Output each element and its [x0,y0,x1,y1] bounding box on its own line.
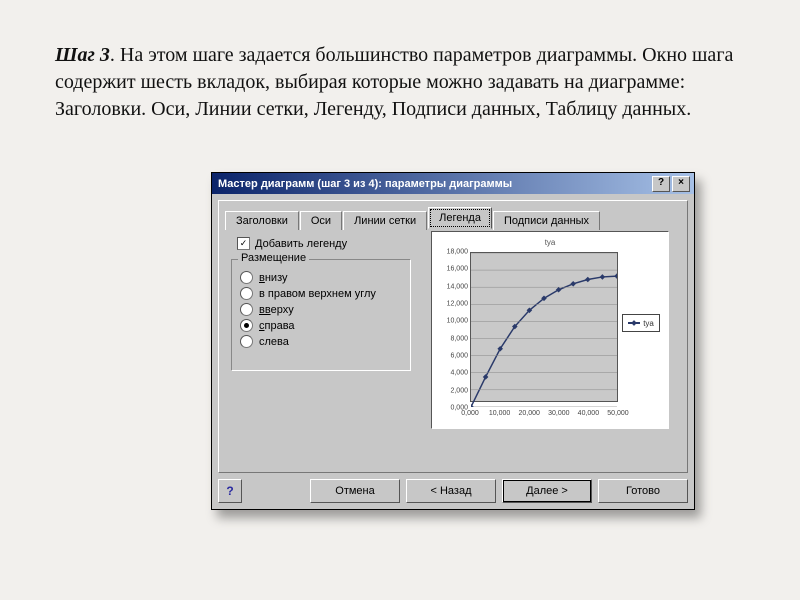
tab-panel: ЗаголовкиОсиЛинии сеткиЛегендаПодписи да… [218,200,688,473]
step-bold: Шаг 3 [55,44,110,66]
chart-wizard-dialog: Мастер диаграмм (шаг 3 из 4): параметры … [211,172,695,510]
placement-radio-label: слева [259,336,289,348]
tab-линии-сетки[interactable]: Линии сетки [343,211,427,230]
placement-radio-label: в правом верхнем углу [259,288,376,300]
help-button[interactable]: ? [218,479,242,503]
step-rest: . На этом шаге задается большинство пара… [55,44,733,120]
placement-radio[interactable] [240,271,253,284]
x-tick-label: 0,000 [461,410,479,417]
placement-radio[interactable] [240,335,253,348]
x-tick-label: 40,000 [578,410,599,417]
placement-radio[interactable] [240,319,253,332]
help-icon[interactable]: ? [652,176,670,192]
dialog-title: Мастер диаграмм (шаг 3 из 4): параметры … [218,178,650,190]
back-button[interactable]: < Назад [406,479,496,503]
legend-series-name: tуа [643,319,654,328]
legend-box: tуа [622,314,660,332]
y-tick-label: 12,000 [438,301,468,308]
description-text: Шаг 3. На этом шаге задается большинство… [55,42,745,123]
x-tick-label: 10,000 [489,410,510,417]
y-tick-label: 8,000 [438,335,468,342]
placement-radio-label: внизу [259,272,287,284]
tab-легенда[interactable]: Легенда [428,207,492,229]
finish-button[interactable]: Готово [598,479,688,503]
y-tick-label: 10,000 [438,318,468,325]
placement-radio[interactable] [240,303,253,316]
y-tick-label: 14,000 [438,283,468,290]
placement-group-label: Размещение [238,252,309,264]
y-tick-label: 4,000 [438,370,468,377]
placement-group: Размещение внизув правом верхнем углувве… [231,259,411,371]
titlebar[interactable]: Мастер диаграмм (шаг 3 из 4): параметры … [212,173,694,194]
placement-radio-label: вверху [259,304,294,316]
next-button[interactable]: Далее > [502,479,592,503]
tab-оси[interactable]: Оси [300,211,342,230]
tab-подписи-данных[interactable]: Подписи данных [493,211,600,230]
y-tick-label: 16,000 [438,266,468,273]
placement-radio[interactable] [240,287,253,300]
cancel-button[interactable]: Отмена [310,479,400,503]
legend-swatch-icon [628,322,640,324]
y-tick-label: 2,000 [438,387,468,394]
chart-preview: tуа tуа 0,000 2,000 4,000 6,000 8,000 10,000 1… [431,231,669,429]
chart-title: tуа [436,238,664,247]
add-legend-label: Добавить легенду [255,238,347,250]
placement-radio-label: справа [259,320,295,332]
add-legend-checkbox[interactable]: ✓ [237,237,250,250]
x-tick-label: 20,000 [518,410,539,417]
y-tick-label: 18,000 [438,249,468,256]
close-icon[interactable]: × [672,176,690,192]
tab-заголовки[interactable]: Заголовки [225,211,299,230]
x-tick-label: 30,000 [548,410,569,417]
x-tick-label: 50,000 [607,410,628,417]
y-tick-label: 6,000 [438,353,468,360]
